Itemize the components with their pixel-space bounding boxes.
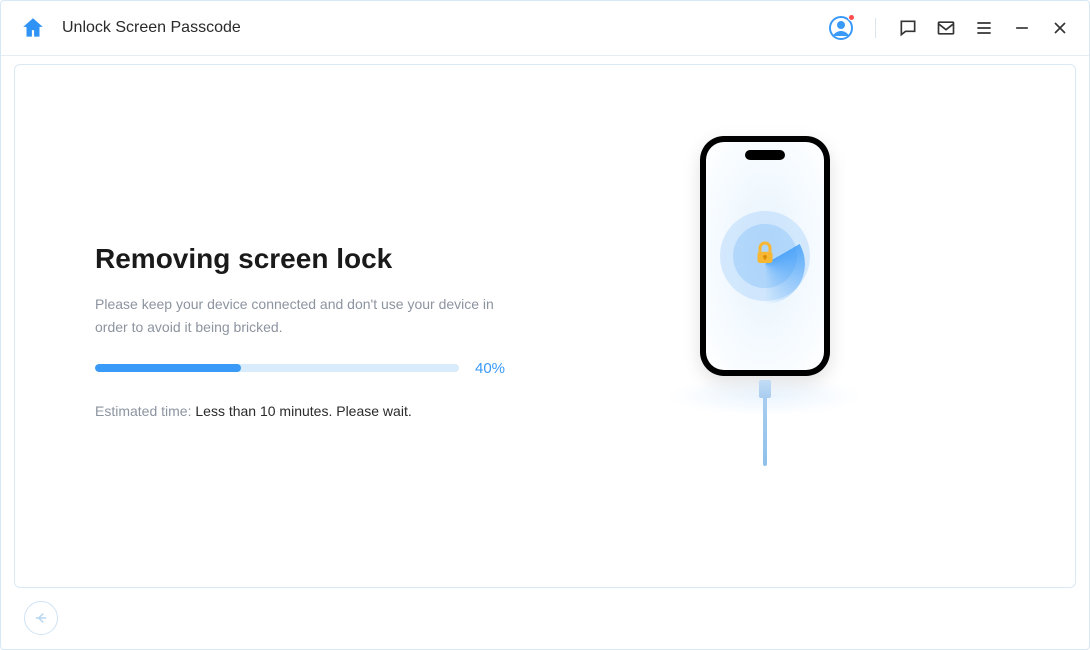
account-button[interactable] [829,16,853,40]
chat-icon [898,18,918,38]
content-column: Removing screen lock Please keep your de… [95,233,515,419]
heading: Removing screen lock [95,243,515,275]
minimize-button[interactable] [1012,18,1032,38]
progress-row: 40% [95,360,515,377]
close-icon [1050,18,1070,38]
eta-label: Estimated time: [95,403,195,419]
progress-bar [95,364,459,372]
menu-button[interactable] [974,18,994,38]
phone-frame [700,136,830,376]
mail-icon [936,18,956,38]
back-icon [32,609,50,627]
progress-fill [95,364,241,372]
eta-text: Estimated time: Less than 10 minutes. Pl… [95,403,515,419]
divider [875,18,876,38]
home-icon[interactable] [20,15,46,41]
footer-bar [14,596,1076,640]
cable-wire [763,396,767,466]
header-actions [829,16,1070,40]
main-panel: Removing screen lock Please keep your de… [14,64,1076,588]
illustration-column [515,65,1015,587]
phone-illustration [635,136,895,516]
eta-value: Less than 10 minutes. Please wait. [195,403,411,419]
phone-screen [706,142,824,370]
dynamic-island [745,150,785,160]
title-bar: Unlock Screen Passcode [0,0,1090,56]
back-button[interactable] [24,601,58,635]
lock-icon [750,238,780,268]
progress-percent: 40% [475,360,515,377]
subtitle: Please keep your device connected and do… [95,293,495,338]
page-title: Unlock Screen Passcode [62,19,241,37]
close-button[interactable] [1050,18,1070,38]
menu-icon [974,18,994,38]
minimize-icon [1012,18,1032,38]
feedback-button[interactable] [898,18,918,38]
mail-button[interactable] [936,18,956,38]
notification-dot [848,14,855,21]
